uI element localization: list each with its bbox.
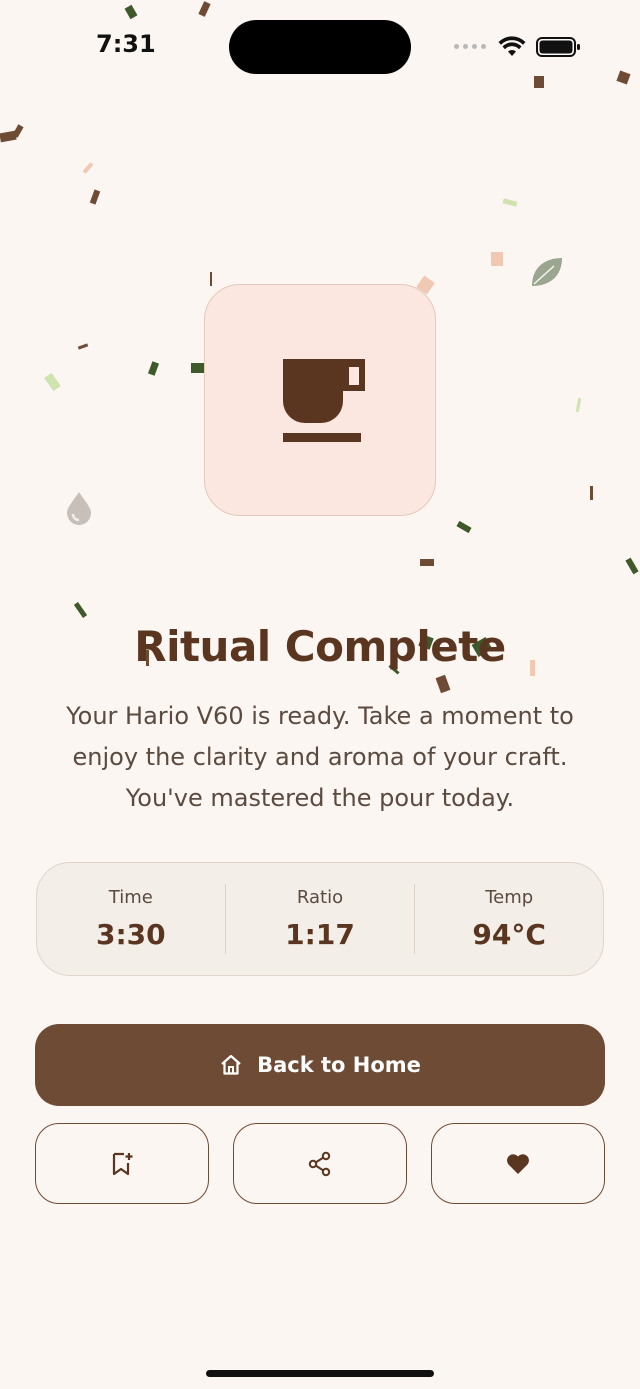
confetti-piece	[12, 124, 24, 138]
bookmark-add-icon	[112, 1152, 133, 1175]
confetti-piece	[575, 397, 582, 413]
cellular-signal-icon	[454, 44, 486, 49]
brew-stats-card: Time 3:30 Ratio 1:17 Temp 94°C	[36, 862, 604, 976]
stat-time: Time 3:30	[37, 863, 225, 975]
confetti-piece	[198, 1, 211, 17]
stat-label: Temp	[485, 887, 534, 908]
stat-label: Ratio	[296, 887, 344, 908]
stat-value: 1:17	[285, 918, 355, 951]
stat-label: Time	[108, 887, 153, 908]
home-icon	[221, 1054, 241, 1075]
page-title: Ritual Complete	[134, 622, 506, 671]
dynamic-island	[229, 20, 411, 74]
confetti-piece	[491, 252, 503, 266]
confetti-piece	[210, 272, 212, 286]
back-to-home-button[interactable]: Back to Home	[35, 1024, 605, 1106]
stat-ratio: Ratio 1:17	[226, 863, 414, 975]
confetti-piece	[616, 70, 631, 85]
confetti-piece	[124, 4, 138, 20]
description-text: Your Hario V60 is ready. Take a moment t…	[66, 702, 574, 812]
confetti-piece	[435, 674, 451, 694]
confetti-piece	[456, 520, 472, 534]
home-indicator[interactable]	[206, 1370, 434, 1377]
confetti-piece	[590, 486, 593, 500]
share-icon	[308, 1151, 331, 1176]
confetti-piece	[44, 372, 61, 392]
confetti-piece	[502, 198, 518, 207]
leaf-icon	[532, 258, 562, 286]
confetti-piece	[89, 189, 101, 205]
confetti-piece	[73, 602, 88, 618]
stat-value: 94°C	[472, 918, 546, 951]
stat-temp: Temp 94°C	[415, 863, 603, 975]
hero-icon-card	[204, 284, 436, 516]
save-ritual-button[interactable]	[35, 1123, 209, 1204]
confetti-piece	[191, 363, 205, 373]
stat-value: 3:30	[96, 918, 166, 951]
confetti-piece	[534, 76, 544, 88]
water-drop-icon	[67, 492, 91, 525]
confetti-piece	[77, 343, 89, 350]
confetti-piece	[420, 559, 434, 566]
favorite-button[interactable]	[431, 1123, 605, 1204]
battery-icon	[536, 37, 580, 57]
confetti-piece	[147, 361, 160, 376]
status-time: 7:31	[96, 30, 156, 58]
confetti-piece	[82, 162, 94, 174]
back-to-home-label: Back to Home	[257, 1053, 421, 1077]
confetti-piece	[625, 557, 639, 575]
heart-icon	[507, 1153, 529, 1174]
share-button[interactable]	[233, 1123, 407, 1204]
coffee-cup-icon	[283, 359, 365, 442]
wifi-icon	[498, 36, 526, 56]
